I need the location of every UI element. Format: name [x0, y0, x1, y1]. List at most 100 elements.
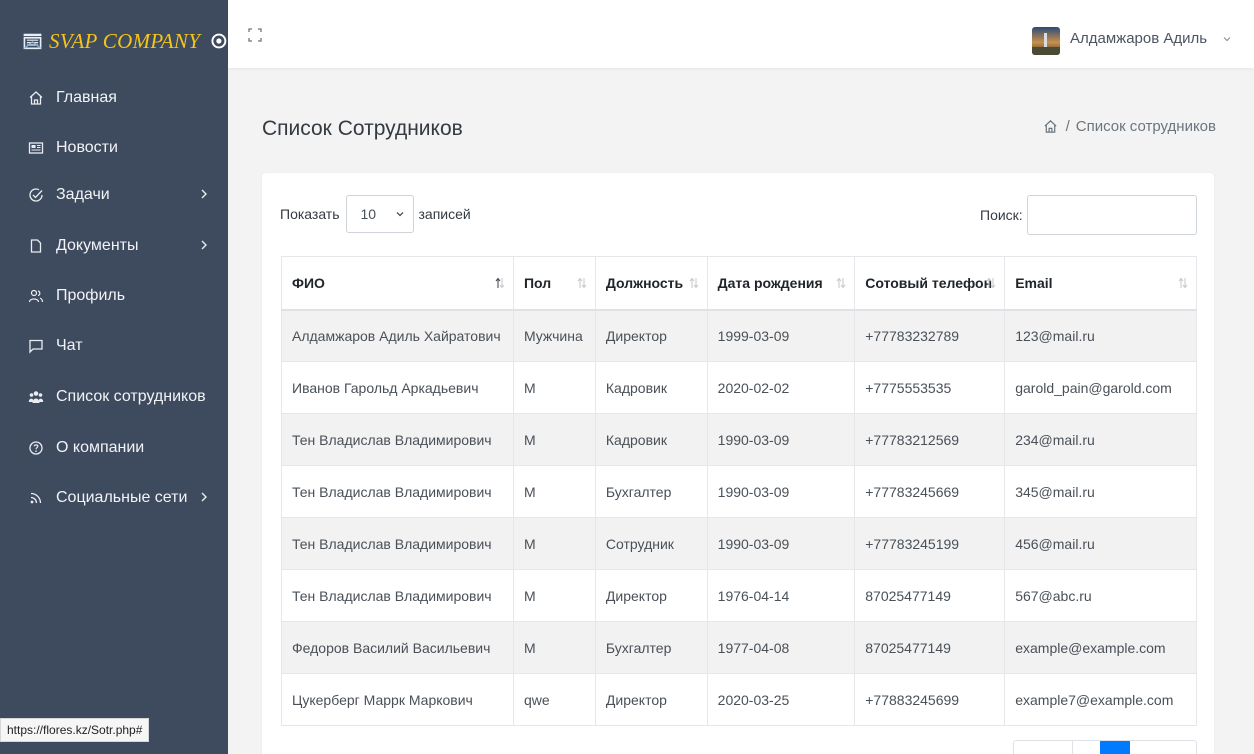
sidebar-item-label: Документы	[56, 237, 139, 254]
sidebar-item-tasks[interactable]: Задачи	[0, 175, 228, 215]
table-row[interactable]: Тен Владислав Владимирович М Сотрудник 1990…	[281, 517, 1197, 570]
sidebar-item-documents[interactable]: Документы	[0, 226, 228, 266]
sidebar-item-home[interactable]: Главная	[0, 78, 228, 118]
sidebar-toggle-icon[interactable]	[210, 30, 228, 52]
info-circle-icon	[26, 438, 46, 458]
show-label: Показать	[280, 206, 340, 222]
cell-birthdate: 1990-03-09	[706, 517, 856, 570]
column-header-label: Email	[1015, 274, 1053, 291]
column-header-birthdate[interactable]: Дата рождения	[706, 256, 856, 311]
cell-phone: +77783245669	[854, 465, 1006, 518]
cell-gender: М	[512, 465, 596, 518]
sidebar-item-label: Социальные сети	[56, 489, 188, 506]
sidebar-item-label: Задачи	[56, 186, 110, 203]
cell-gender: М	[512, 361, 596, 414]
cell-birthdate: 1999-03-09	[706, 309, 856, 362]
cell-position: Кадровик	[594, 361, 708, 414]
rss-icon	[26, 488, 46, 508]
table-header-row: ФИО Пол Должность Дата рождения Сотовый …	[281, 256, 1197, 311]
cell-name: Цукерберг Маррк Маркович	[281, 673, 514, 726]
search-input[interactable]	[1027, 195, 1197, 235]
sidebar: SVAP COMPANY Главная Новости Задачи Доку…	[0, 0, 228, 754]
chevron-down-icon	[396, 212, 403, 217]
home-icon[interactable]	[1043, 119, 1058, 134]
cell-position: Директор	[594, 673, 708, 726]
cell-gender: qwe	[512, 673, 596, 726]
pagination-page-active[interactable]	[1100, 741, 1130, 754]
cell-phone: +77883245699	[854, 673, 1006, 726]
cell-email: garold_pain@garold.com	[1004, 361, 1197, 414]
cell-name: Тен Владислав Владимирович	[281, 569, 514, 622]
sidebar-item-label: Главная	[56, 89, 117, 106]
employees-table: ФИО Пол Должность Дата рождения Сотовый …	[281, 256, 1197, 726]
cell-gender: М	[512, 413, 596, 466]
cell-email: 234@mail.ru	[1004, 413, 1197, 466]
pagination-prev[interactable]	[1014, 741, 1072, 754]
table-body: Алдамжаров Адиль Хайратович Мужчина Директ…	[281, 309, 1197, 726]
column-header-label: Сотовый телефон	[865, 274, 993, 291]
sidebar-item-label: Новости	[56, 139, 118, 156]
table-row[interactable]: Тен Владислав Владимирович М Кадровик 1990-…	[281, 413, 1197, 466]
table-row[interactable]: Тен Владислав Владимирович М Бухгалтер 1990…	[281, 465, 1197, 518]
users-icon	[26, 286, 46, 306]
sort-icon	[689, 277, 699, 289]
sidebar-item-profile[interactable]: Профиль	[0, 276, 228, 316]
cell-position: Бухгалтер	[594, 621, 708, 674]
table-row[interactable]: Тен Владислав Владимирович М Директор 1976-…	[281, 569, 1197, 622]
table-row[interactable]: Иванов Гарольд Аркадьевич М Кадровик 2020-0…	[281, 361, 1197, 414]
sort-icon	[1178, 277, 1188, 289]
cell-email: 345@mail.ru	[1004, 465, 1197, 518]
page-size-select[interactable]: 10	[345, 195, 414, 233]
cell-name: Тен Владислав Владимирович	[281, 517, 514, 570]
column-header-label: Пол	[523, 274, 552, 291]
pagination-next[interactable]	[1130, 741, 1196, 754]
cell-position: Кадровик	[594, 413, 708, 466]
table-row[interactable]: Цукерберг Маррк Маркович qwe Директор 2020-…	[281, 673, 1197, 726]
column-header-position[interactable]: Должность	[594, 256, 708, 311]
cell-email: 567@abc.ru	[1004, 569, 1197, 622]
table-row[interactable]: Федоров Василий Васильевич М Бухгалтер 1977…	[281, 621, 1197, 674]
cell-phone: +7775553535	[854, 361, 1006, 414]
column-header-label: ФИО	[292, 274, 325, 291]
column-header-phone[interactable]: Сотовый телефон	[854, 256, 1006, 311]
cell-email: 456@mail.ru	[1004, 517, 1197, 570]
sidebar-item-chat[interactable]: Чат	[0, 326, 228, 366]
sort-icon	[986, 277, 996, 289]
cell-position: Директор	[594, 569, 708, 622]
cell-gender: М	[512, 569, 596, 622]
check-circle-icon	[26, 185, 46, 205]
search-label: Поиск:	[980, 207, 1023, 223]
column-header-gender[interactable]: Пол	[512, 256, 596, 311]
fullscreen-icon[interactable]	[248, 28, 262, 42]
home-icon	[26, 88, 46, 108]
sidebar-item-about[interactable]: О компании	[0, 428, 228, 468]
cell-email: 123@mail.ru	[1004, 309, 1197, 362]
cell-birthdate: 2020-03-25	[706, 673, 856, 726]
cell-email: example@example.com	[1004, 621, 1197, 674]
document-icon	[26, 236, 46, 256]
sidebar-item-label: Чат	[56, 337, 83, 354]
cell-phone: +77783245199	[854, 517, 1006, 570]
user-name[interactable]: Алдамжаров Адиль	[1070, 30, 1207, 47]
cell-phone: 87025477149	[854, 569, 1006, 622]
sidebar-item-employees[interactable]: Список сотрудников	[0, 377, 228, 417]
pagination-page[interactable]	[1072, 741, 1100, 754]
avatar[interactable]	[1032, 27, 1060, 55]
column-header-name[interactable]: ФИО	[281, 256, 514, 311]
avatar-image	[1032, 27, 1060, 55]
sidebar-item-news[interactable]: Новости	[0, 128, 228, 168]
chevron-down-icon[interactable]	[1222, 34, 1232, 44]
chevron-right-icon	[201, 492, 207, 502]
sidebar-item-social[interactable]: Социальные сети	[0, 478, 228, 518]
entries-label: записей	[418, 206, 471, 222]
column-header-email[interactable]: Email	[1004, 256, 1197, 311]
breadcrumb-separator: /	[1065, 118, 1070, 135]
team-icon	[26, 387, 46, 407]
table-row[interactable]: Алдамжаров Адиль Хайратович Мужчина Директ…	[281, 309, 1197, 362]
cell-birthdate: 2020-02-02	[706, 361, 856, 414]
cell-birthdate: 1990-03-09	[706, 465, 856, 518]
chat-icon	[26, 336, 46, 356]
sidebar-item-label: Список сотрудников	[56, 388, 206, 405]
brand[interactable]: SVAP COMPANY	[0, 0, 228, 82]
cell-email: example7@example.com	[1004, 673, 1197, 726]
